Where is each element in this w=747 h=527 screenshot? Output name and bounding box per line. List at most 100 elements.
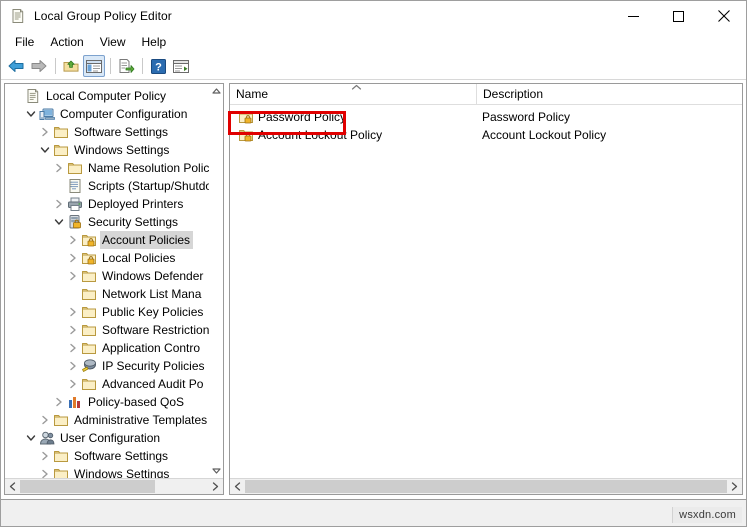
menu-help[interactable]: Help xyxy=(134,33,175,51)
chevron-right-icon[interactable] xyxy=(65,343,81,353)
tree-item-label: Name Resolution Polic xyxy=(88,161,209,175)
help-icon[interactable]: ? xyxy=(147,55,169,77)
tree-item-windows-defender[interactable]: Windows Defender xyxy=(5,267,209,285)
tree-item-ip-security-policies[interactable]: IP Security Policies xyxy=(5,357,209,375)
chevron-right-icon[interactable] xyxy=(65,325,81,335)
forward-arrow-icon[interactable] xyxy=(28,55,50,77)
tree-item-software-settings[interactable]: Software Settings xyxy=(5,447,209,465)
chevron-right-icon[interactable] xyxy=(51,163,67,173)
window-title: Local Group Policy Editor xyxy=(34,9,172,23)
chevron-right-icon[interactable] xyxy=(51,199,67,209)
tree-hscroll-track[interactable] xyxy=(20,479,208,494)
chevron-right-icon[interactable] xyxy=(37,469,53,478)
chevron-right-icon[interactable] xyxy=(65,379,81,389)
tree-item-name-resolution-polic[interactable]: Name Resolution Polic xyxy=(5,159,209,177)
chevron-down-icon[interactable] xyxy=(23,433,39,443)
show-action-pane-icon[interactable] xyxy=(170,55,192,77)
details-pane: Name Description Password Policy Password… xyxy=(229,83,743,495)
tree-item-administrative-templates[interactable]: Administrative Templates xyxy=(5,411,209,429)
folder-icon xyxy=(53,448,69,464)
column-header-description-label: Description xyxy=(483,87,544,101)
close-button[interactable] xyxy=(701,1,746,31)
scroll-up-icon[interactable] xyxy=(210,84,223,98)
listview-body[interactable]: Password Policy Password Policy Account Lo… xyxy=(230,105,742,478)
tree-item-scripts-startup-shutdo[interactable]: Scripts (Startup/Shutdo xyxy=(5,177,209,195)
chevron-right-icon[interactable] xyxy=(51,397,67,407)
tree-item-security-settings[interactable]: Security Settings xyxy=(5,213,209,231)
folder-icon xyxy=(53,412,69,428)
folder-icon xyxy=(81,340,97,356)
tree-item-windows-settings[interactable]: Windows Settings xyxy=(5,465,209,478)
listview-cell-name[interactable]: Account Lockout Policy xyxy=(230,126,476,144)
menu-action[interactable]: Action xyxy=(42,33,91,51)
tree-item-label: Administrative Templates xyxy=(74,413,208,427)
menu-view[interactable]: View xyxy=(92,33,134,51)
column-header-name[interactable]: Name xyxy=(230,84,476,104)
folder-lock-icon xyxy=(81,250,97,266)
tree-item-label: Local Computer Policy xyxy=(46,89,167,103)
listview-cell-description: Account Lockout Policy xyxy=(482,128,607,142)
tree-item-application-contro[interactable]: Application Contro xyxy=(5,339,209,357)
sort-ascending-icon xyxy=(350,83,362,91)
tree-item-label: Scripts (Startup/Shutdo xyxy=(88,179,209,193)
chevron-down-icon[interactable] xyxy=(37,145,53,155)
tree-scroll-track[interactable] xyxy=(210,98,223,464)
tree-item-computer-configuration[interactable]: Computer Configuration xyxy=(5,105,209,123)
table-row[interactable]: Account Lockout Policy Account Lockout Po… xyxy=(230,126,742,144)
tree-item-account-policies[interactable]: Account Policies xyxy=(5,231,209,249)
toolbar-separator xyxy=(142,58,143,74)
chevron-right-icon[interactable] xyxy=(65,271,81,281)
export-list-icon[interactable] xyxy=(115,55,137,77)
tree-item-software-settings[interactable]: Software Settings xyxy=(5,123,209,141)
column-header-description[interactable]: Description xyxy=(476,84,742,104)
listview-horizontal-scrollbar[interactable] xyxy=(230,478,742,494)
tree-item-user-configuration[interactable]: User Configuration xyxy=(5,429,209,447)
chevron-right-icon[interactable] xyxy=(37,451,53,461)
scroll-left-icon[interactable] xyxy=(5,479,20,494)
tree-item-policy-based-qos[interactable]: Policy-based QoS xyxy=(5,393,209,411)
table-row[interactable]: Password Policy Password Policy xyxy=(230,108,742,126)
tree-horizontal-scrollbar[interactable] xyxy=(5,478,223,494)
svg-text:?: ? xyxy=(155,61,162,73)
folder-icon xyxy=(81,376,97,392)
scroll-right-icon[interactable] xyxy=(208,479,223,494)
tree-item-advanced-audit-po[interactable]: Advanced Audit Po xyxy=(5,375,209,393)
chevron-right-icon[interactable] xyxy=(65,361,81,371)
listview-hscroll-thumb[interactable] xyxy=(245,480,727,493)
toolbar-separator xyxy=(55,58,56,74)
menu-file[interactable]: File xyxy=(7,33,42,51)
maximize-button[interactable] xyxy=(656,1,701,31)
tree-vertical-scrollbar[interactable] xyxy=(209,84,223,478)
chevron-right-icon[interactable] xyxy=(65,235,81,245)
tree-item-network-list-mana[interactable]: Network List Mana xyxy=(5,285,209,303)
tree-hscroll-thumb[interactable] xyxy=(20,480,155,493)
chevron-right-icon[interactable] xyxy=(65,253,81,263)
minimize-button[interactable] xyxy=(611,1,656,31)
tree-item-software-restriction[interactable]: Software Restriction xyxy=(5,321,209,339)
up-folder-icon[interactable] xyxy=(60,55,82,77)
tree-item-label: User Configuration xyxy=(60,431,161,445)
scroll-left-icon[interactable] xyxy=(230,479,245,494)
scroll-right-icon[interactable] xyxy=(727,479,742,494)
tree-item-public-key-policies[interactable]: Public Key Policies xyxy=(5,303,209,321)
chevron-down-icon[interactable] xyxy=(51,217,67,227)
tree-item-local-policies[interactable]: Local Policies xyxy=(5,249,209,267)
script-icon xyxy=(67,178,83,194)
chevron-right-icon[interactable] xyxy=(65,307,81,317)
back-arrow-icon[interactable] xyxy=(5,55,27,77)
policy-tree[interactable]: Local Computer Policy Computer Configurat… xyxy=(5,84,209,478)
tree-item-local-computer-policy[interactable]: Local Computer Policy xyxy=(5,87,209,105)
listview-cell-name[interactable]: Password Policy xyxy=(230,108,476,126)
tree-item-label: Account Policies xyxy=(100,231,194,249)
chevron-right-icon[interactable] xyxy=(37,127,53,137)
listview-hscroll-track[interactable] xyxy=(245,479,727,494)
listview-name-label: Password Policy xyxy=(258,110,347,124)
chevron-right-icon[interactable] xyxy=(37,415,53,425)
tree-item-windows-settings[interactable]: Windows Settings xyxy=(5,141,209,159)
column-header-name-label: Name xyxy=(236,87,269,101)
tree-item-deployed-printers[interactable]: Deployed Printers xyxy=(5,195,209,213)
show-hide-console-tree-icon[interactable] xyxy=(83,55,105,77)
scroll-down-icon[interactable] xyxy=(210,464,223,478)
chevron-down-icon[interactable] xyxy=(23,109,39,119)
tree-item-label: Advanced Audit Po xyxy=(102,377,204,391)
